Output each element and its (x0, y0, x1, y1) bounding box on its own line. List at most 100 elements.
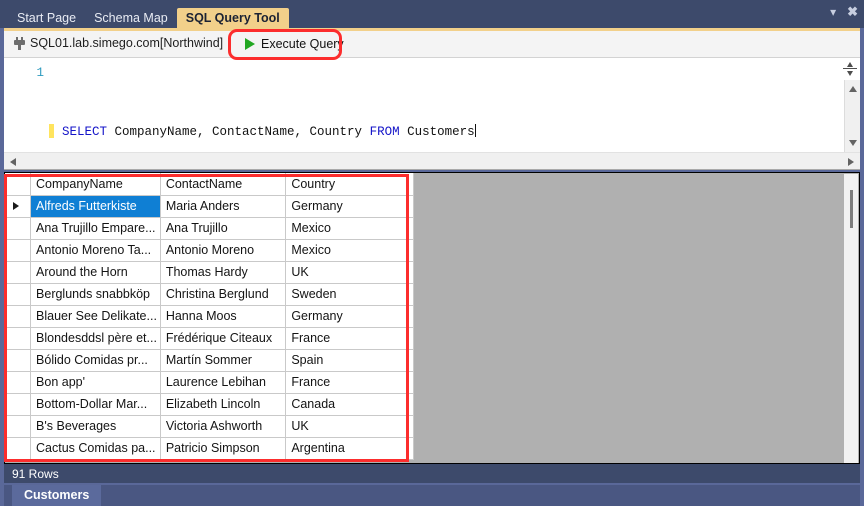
cell-companyname[interactable]: Bon app' (30, 371, 161, 394)
table-row[interactable]: Cactus Comidas pa... Patricio Simpson Arge… (5, 437, 414, 460)
cell-contactname[interactable]: Patricio Simpson (160, 437, 287, 460)
cell-country[interactable]: Germany (285, 195, 414, 218)
editor-vertical-scrollbar[interactable] (844, 80, 860, 152)
result-tab-customers-label: Customers (24, 488, 90, 502)
cell-country[interactable]: Spain (285, 349, 414, 372)
cell-contactname[interactable]: Frédérique Citeaux (160, 327, 287, 350)
table-row[interactable]: Blauer See Delikate... Hanna Moos Germany (5, 305, 414, 328)
plug-icon (14, 36, 25, 50)
table-row[interactable]: B's Beverages Victoria Ashworth UK (5, 415, 414, 438)
cell-contactname[interactable]: Hanna Moos (160, 305, 287, 328)
grid-vertical-scrollbar[interactable] (844, 174, 858, 463)
row-selector-cell[interactable] (5, 239, 32, 262)
table-row[interactable]: Ana Trujillo Empare... Ana Trujillo Mexico (5, 217, 414, 240)
cell-country[interactable]: France (285, 371, 414, 394)
cell-companyname[interactable]: Antonio Moreno Ta... (30, 239, 161, 262)
column-header-country[interactable]: Country (285, 173, 414, 196)
scroll-left-arrow-icon[interactable] (10, 158, 16, 166)
cell-country[interactable]: UK (285, 261, 414, 284)
cell-country[interactable]: Canada (285, 393, 414, 416)
cell-country[interactable]: Sweden (285, 283, 414, 306)
cell-companyname[interactable]: Ana Trujillo Empare... (30, 217, 161, 240)
window-tabstrip: Start Page Schema Map SQL Query Tool ▾ ✖ (0, 0, 864, 28)
connection-label: SQL01.lab.simego.com[Northwind] (30, 36, 224, 50)
column-header-contactname[interactable]: ContactName (160, 173, 287, 196)
grid-scroll-thumb[interactable] (850, 190, 853, 228)
table-row[interactable]: Antonio Moreno Ta... Antonio Moreno Mexico (5, 239, 414, 262)
cell-companyname[interactable]: Cactus Comidas pa... (30, 437, 161, 460)
cell-companyname[interactable]: Bólido Comidas pr... (30, 349, 161, 372)
row-selector-cell[interactable] (5, 415, 32, 438)
scroll-up-arrow-icon[interactable] (849, 86, 857, 92)
sql-query-text: SELECT CompanyName, ContactName, Country… (62, 124, 476, 139)
cell-companyname[interactable]: Bottom-Dollar Mar... (30, 393, 161, 416)
cell-contactname[interactable]: Maria Anders (160, 195, 287, 218)
cell-contactname[interactable]: Christina Berglund (160, 283, 287, 306)
table-row[interactable]: Blondesddsl père et... Frédérique Citeaux… (5, 327, 414, 350)
cell-country[interactable]: UK (285, 415, 414, 438)
execute-query-button[interactable]: Execute Query (241, 35, 348, 53)
close-icon[interactable]: ✖ (847, 5, 858, 18)
editor-horizontal-scrollbar[interactable] (4, 152, 860, 170)
row-selector-cell[interactable] (5, 217, 32, 240)
cell-contactname[interactable]: Victoria Ashworth (160, 415, 287, 438)
column-header-companyname[interactable]: CompanyName (30, 173, 161, 196)
sql-column-list: CompanyName, ContactName, Country (107, 125, 370, 139)
row-selector-cell[interactable] (5, 437, 32, 460)
text-caret (474, 124, 476, 137)
scroll-down-arrow-icon[interactable] (849, 140, 857, 146)
cell-contactname[interactable]: Ana Trujillo (160, 217, 287, 240)
result-tabstrip: Customers (4, 485, 860, 506)
row-selector-cell[interactable] (5, 195, 32, 218)
cell-contactname[interactable]: Thomas Hardy (160, 261, 287, 284)
results-table: CompanyName ContactName Country Alfreds … (5, 173, 414, 460)
cell-contactname[interactable]: Laurence Lebihan (160, 371, 287, 394)
table-row[interactable]: Bon app' Laurence Lebihan France (5, 371, 414, 394)
cell-contactname[interactable]: Elizabeth Lincoln (160, 393, 287, 416)
chevron-down-icon[interactable]: ▾ (830, 6, 836, 18)
sql-keyword-from: FROM (369, 125, 400, 139)
cell-contactname[interactable]: Antonio Moreno (160, 239, 287, 262)
cell-companyname[interactable]: Berglunds snabbköp (30, 283, 161, 306)
editor-split-handle-icon[interactable] (843, 61, 857, 77)
table-row[interactable]: Berglunds snabbköp Christina Berglund Swed… (5, 283, 414, 306)
row-selector-cell[interactable] (5, 261, 32, 284)
tab-start-page-label: Start Page (17, 11, 77, 25)
sql-table-name: Customers (399, 125, 475, 139)
cell-companyname[interactable]: B's Beverages (30, 415, 161, 438)
table-row[interactable]: Bottom-Dollar Mar... Elizabeth Lincoln Can… (5, 393, 414, 416)
row-selector-cell[interactable] (5, 371, 32, 394)
row-selector-cell[interactable] (5, 283, 32, 306)
document-tabs: Start Page Schema Map SQL Query Tool (8, 0, 289, 28)
cell-country[interactable]: Germany (285, 305, 414, 328)
table-row[interactable]: Alfreds Futterkiste Maria Anders Germany (5, 195, 414, 218)
cell-contactname[interactable]: Martín Sommer (160, 349, 287, 372)
cell-country[interactable]: France (285, 327, 414, 350)
table-row[interactable]: Around the Horn Thomas Hardy UK (5, 261, 414, 284)
tab-start-page[interactable]: Start Page (8, 8, 85, 28)
table-row[interactable]: Bólido Comidas pr... Martín Sommer Spain (5, 349, 414, 372)
connection-indicator[interactable]: SQL01.lab.simego.com[Northwind] (14, 36, 223, 50)
window-controls: ▾ ✖ (830, 5, 858, 18)
tab-sql-query-tool[interactable]: SQL Query Tool (176, 8, 289, 28)
cell-companyname[interactable]: Alfreds Futterkiste (30, 195, 161, 218)
cell-country[interactable]: Mexico (285, 239, 414, 262)
result-tab-customers[interactable]: Customers (12, 485, 102, 506)
scroll-right-arrow-icon[interactable] (848, 158, 854, 166)
row-selector-cell[interactable] (5, 393, 32, 416)
cell-country[interactable]: Mexico (285, 217, 414, 240)
cell-country[interactable]: Argentina (285, 437, 414, 460)
row-selector-cell[interactable] (5, 305, 32, 328)
tab-schema-map[interactable]: Schema Map (85, 8, 177, 28)
cell-companyname[interactable]: Blauer See Delikate... (30, 305, 161, 328)
sql-editor[interactable]: 1 SELECT CompanyName, ContactName, Count… (4, 58, 860, 152)
execute-query-label: Execute Query (261, 37, 344, 51)
cell-companyname[interactable]: Around the Horn (30, 261, 161, 284)
row-selector-cell[interactable] (5, 349, 32, 372)
results-grid[interactable]: CompanyName ContactName Country Alfreds … (4, 172, 860, 464)
current-row-arrow-icon (13, 201, 19, 210)
play-triangle-icon (245, 38, 255, 50)
cell-companyname[interactable]: Blondesddsl père et... (30, 327, 161, 350)
sql-query-tool-window: Start Page Schema Map SQL Query Tool ▾ ✖… (0, 0, 864, 506)
row-selector-cell[interactable] (5, 327, 32, 350)
